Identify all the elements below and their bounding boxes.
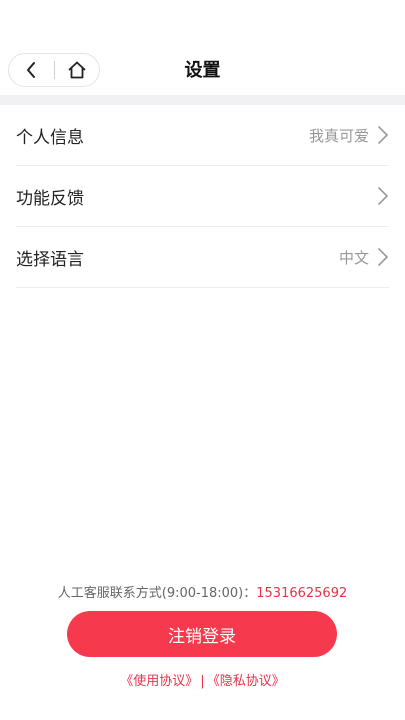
section-divider-band: [0, 95, 405, 105]
chevron-right-icon: [378, 126, 388, 144]
privacy-policy-link[interactable]: 《隐私协议》: [207, 674, 285, 689]
settings-item-profile[interactable]: 个人信息 我真可爱: [16, 105, 389, 166]
home-icon: [68, 61, 86, 79]
back-button[interactable]: [9, 54, 54, 86]
status-bar-area: [0, 0, 405, 50]
agreement-links: 《使用协议》 | 《隐私协议》: [0, 670, 405, 689]
settings-item-right: 中文: [339, 247, 389, 268]
settings-item-value: 我真可爱: [308, 126, 369, 145]
chevron-left-icon: [27, 62, 36, 78]
chevron-right-icon: [378, 187, 388, 205]
navigation-bar: 设置: [0, 50, 405, 92]
logout-button[interactable]: 注销登录: [67, 611, 337, 657]
settings-item-label: 个人信息: [16, 127, 84, 148]
settings-item-label: 选择语言: [16, 249, 84, 270]
settings-item-value: 中文: [338, 248, 369, 267]
chevron-right-icon: [378, 248, 388, 266]
contact-phone-link[interactable]: 15316625692: [256, 586, 347, 601]
settings-item-label: 功能反馈: [16, 188, 84, 209]
settings-item-language[interactable]: 选择语言 中文: [16, 227, 389, 288]
settings-item-right: 我真可爱: [309, 125, 389, 146]
terms-of-use-link[interactable]: 《使用协议》: [120, 674, 198, 689]
home-button[interactable]: [54, 54, 99, 86]
settings-item-feedback[interactable]: 功能反馈: [16, 166, 389, 227]
nav-capsule: [8, 53, 100, 87]
settings-list: 个人信息 我真可爱 功能反馈 选择语言 中文: [16, 105, 389, 288]
customer-service-contact: 人工客服联系方式(9:00-18:00)：15316625692: [0, 582, 405, 601]
settings-item-right: [377, 186, 389, 206]
agreement-separator: |: [200, 674, 205, 689]
contact-label: 人工客服联系方式(9:00-18:00)：: [57, 586, 257, 601]
